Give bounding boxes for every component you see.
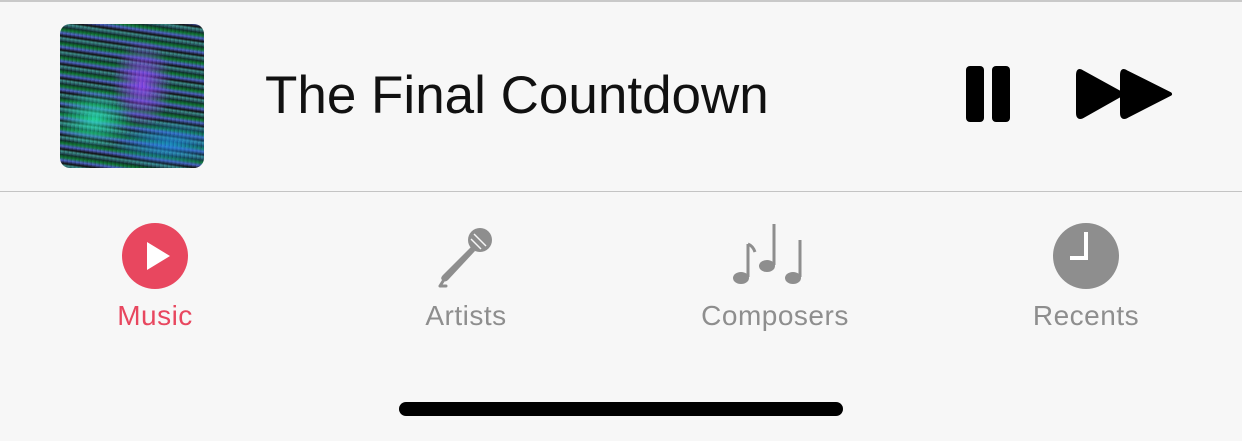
music-notes-icon — [733, 224, 802, 284]
pause-icon — [966, 66, 1010, 122]
tab-composers-label: Composers — [701, 300, 849, 331]
tab-artists-label: Artists — [425, 300, 507, 331]
tab-recents[interactable]: Recents — [1016, 210, 1156, 340]
pause-button[interactable] — [960, 60, 1018, 128]
tab-music-label: Music — [117, 300, 193, 331]
fast-forward-icon — [1076, 69, 1172, 119]
microphone-icon — [438, 228, 492, 288]
tab-recents-label: Recents — [1032, 300, 1140, 331]
fast-forward-button[interactable] — [1074, 64, 1178, 124]
album-artwork[interactable] — [60, 24, 204, 168]
tab-composers[interactable]: Composers — [680, 210, 870, 340]
artwork-texture — [60, 24, 204, 168]
clock-icon — [1053, 223, 1119, 289]
tab-artists[interactable]: Artists — [396, 210, 536, 340]
tab-bar-divider — [0, 191, 1242, 192]
mini-player[interactable]: The Final Countdown — [0, 2, 1242, 191]
song-title[interactable]: The Final Countdown — [265, 64, 769, 128]
play-circle-icon — [122, 223, 188, 289]
home-indicator[interactable] — [399, 402, 843, 416]
tab-music[interactable]: Music — [90, 210, 220, 340]
